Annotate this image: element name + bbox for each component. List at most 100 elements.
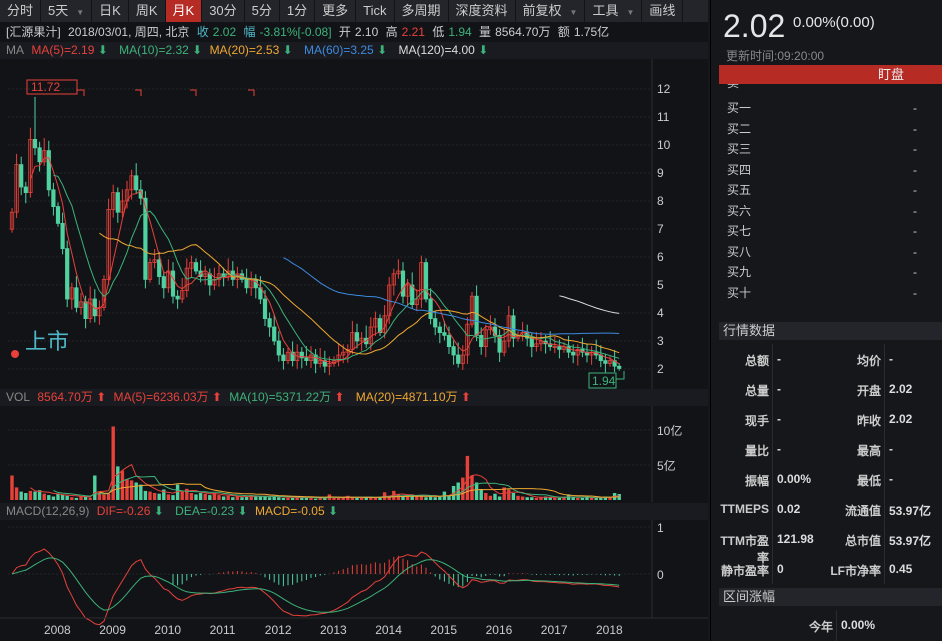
- volume-bar: [106, 493, 111, 500]
- x-tick-label: 2014: [375, 623, 402, 637]
- candle-body: [423, 262, 429, 300]
- tab-9[interactable]: Tick: [356, 0, 395, 22]
- volume-bar: [194, 494, 198, 500]
- orderbook-row: 买二 -: [727, 119, 917, 139]
- volume-bar: [235, 496, 240, 500]
- buy-value: -: [913, 244, 917, 259]
- range-ytd-label: 今年: [808, 620, 833, 634]
- ma-label: MA: [6, 43, 24, 57]
- buy-label: 买六: [727, 203, 752, 218]
- tab-7[interactable]: 1分: [280, 0, 316, 22]
- buy-label: 买一: [727, 101, 752, 115]
- candle-body: [400, 270, 406, 297]
- tab-2[interactable]: 日K: [92, 0, 129, 22]
- market-label: 最高: [856, 444, 881, 458]
- market-label: 昨收: [856, 414, 881, 428]
- tab-label: 画线: [649, 3, 676, 18]
- volume-bar: [557, 497, 562, 500]
- volume-bar: [507, 489, 511, 500]
- tab-1[interactable]: 5天 ▼: [41, 0, 93, 22]
- orderbook-row: 买六 -: [727, 201, 917, 221]
- dea-line: [11, 557, 620, 613]
- range-ytd-value: 0.00%: [841, 618, 876, 632]
- tab-10[interactable]: 多周期: [395, 0, 449, 22]
- volume-tick-label: 5亿: [657, 458, 676, 473]
- volume-chart[interactable]: 5亿 10亿: [0, 406, 708, 502]
- arrow-up-icon: ⬆: [334, 390, 345, 404]
- volume-bar: [580, 497, 585, 500]
- volume-bar: [42, 493, 46, 500]
- candle-body: [281, 354, 286, 361]
- tab-8[interactable]: 更多: [315, 0, 357, 22]
- orderbook-row: 买一 -: [727, 98, 917, 118]
- high-price-label: 11.72: [31, 80, 60, 94]
- buy-label: 买五: [727, 183, 752, 197]
- watch-button[interactable]: 盯盘: [719, 65, 942, 84]
- tab-6[interactable]: 5分: [245, 0, 280, 22]
- market-label: 均价: [856, 354, 881, 368]
- tab-0[interactable]: 分时: [0, 0, 42, 22]
- tab-5[interactable]: 30分: [202, 0, 245, 22]
- bracket-mark: [135, 89, 142, 96]
- chart-panel: 分时 5天 ▼ 日K 周K 月K 30分 5分 1分 更多 Tick 多周期 深度资料 前复权 ▼ 工具 ▼ 画线…: [0, 0, 708, 641]
- vol-ma10-legend: MA(10)=5371.22万 ⬆: [229, 390, 348, 404]
- volume-bar: [65, 495, 69, 500]
- candle-body: [244, 278, 249, 289]
- volume-bar: [290, 497, 295, 500]
- low-price-label: 1.94: [592, 374, 616, 388]
- tab-11[interactable]: 深度资料: [449, 0, 516, 22]
- volume-bar: [277, 497, 281, 500]
- volume-bar: [217, 495, 221, 500]
- buy-value: -: [913, 162, 917, 177]
- market-value: -: [777, 352, 781, 366]
- volume-bar: [474, 482, 479, 500]
- candle-body: [446, 334, 452, 347]
- macd-chart[interactable]: 0 1 2008 2009 2010 2011 2012 2013 2014 2015 2016 20…: [0, 520, 708, 641]
- orderbook-row: 买十 -: [727, 283, 917, 303]
- volume-bar: [488, 495, 493, 500]
- tab-4[interactable]: 月K: [165, 0, 203, 22]
- amp-label: 幅: [243, 25, 256, 39]
- candle-body: [83, 301, 88, 320]
- market-data-header: 行情数据: [719, 322, 942, 340]
- volume-bar: [47, 495, 51, 500]
- volume-tick-label: 10亿: [657, 423, 682, 438]
- volume-bar: [14, 487, 19, 500]
- arrow-down-icon: ⬇: [328, 504, 339, 518]
- market-value: 53.97亿: [889, 504, 932, 518]
- volume-bar: [553, 497, 557, 500]
- volume-bar: [267, 497, 272, 500]
- volume-bar: [231, 497, 235, 500]
- volume-bar: [120, 470, 125, 500]
- volume-bar: [134, 482, 138, 500]
- tab-12[interactable]: 前复权 ▼: [516, 0, 586, 22]
- price-tick-label: 3: [657, 334, 664, 348]
- tab-14[interactable]: 画线: [642, 0, 684, 22]
- dif-value: DIF=-0.26: [96, 504, 151, 518]
- market-value: 0: [777, 562, 784, 576]
- volume-bar: [336, 497, 341, 500]
- ma120-legend: MA(120)=4.00 ⬇: [398, 43, 492, 57]
- tab-13[interactable]: 工具 ▼: [585, 0, 643, 22]
- ma10-value: MA(10)=2.32: [119, 43, 189, 57]
- arrow-down-icon: ⬇: [97, 43, 108, 57]
- tab-3[interactable]: 周K: [129, 0, 166, 22]
- market-label: 总市值: [844, 534, 881, 548]
- stock-name: [汇源果汁]: [6, 25, 61, 39]
- market-label: 静市盈率: [720, 564, 769, 578]
- arrow-down-icon: ⬇: [282, 43, 293, 57]
- high-label: 高: [385, 25, 398, 39]
- volume-bar: [433, 497, 437, 500]
- candle-body: [442, 332, 447, 336]
- buy-value: -: [913, 203, 917, 218]
- tab-label: 1分: [286, 3, 308, 18]
- arrow-down-icon: ⬇: [377, 43, 388, 57]
- candle-body: [603, 360, 608, 364]
- tab-label: 30分: [209, 3, 237, 18]
- price-chart[interactable]: 2 3 4 5 6 7 8 9 10 11 12 11.72 1.94 上市: [0, 59, 708, 389]
- candle-body: [272, 326, 277, 342]
- divider: [884, 344, 885, 584]
- candle-body: [479, 334, 484, 347]
- open-label: 开: [338, 25, 351, 39]
- price-tick-label: 10: [657, 138, 671, 152]
